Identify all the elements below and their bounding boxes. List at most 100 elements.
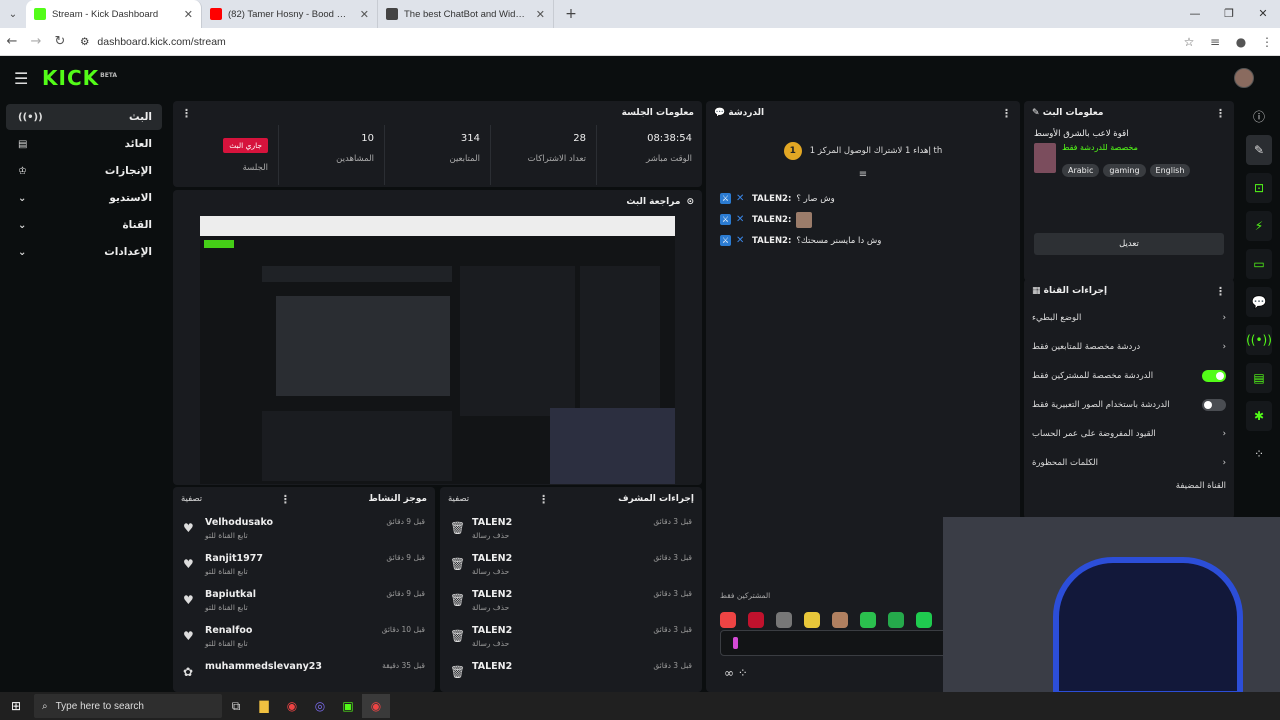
windows-start-icon[interactable]: ⊞ [2,694,30,718]
chat-username[interactable]: TALEN2: [752,236,791,246]
panel-header: ⋮ ✎ معلومات البث [1024,101,1234,125]
browser-tab-chatbot[interactable]: The best ChatBot and Widgets f ✕ [378,0,554,28]
panel-menu-icon[interactable]: ⋮ [1215,107,1226,120]
emote-icon[interactable] [720,612,736,628]
emote-icon[interactable] [916,612,932,628]
preview-browser-bar [200,216,675,236]
sidebar-item-stream[interactable]: ((•)) البث [6,104,162,130]
chrome-icon[interactable]: ◉ [278,694,306,718]
filter-button[interactable]: تصفية [448,494,469,504]
browser-tab-kick[interactable]: Stream - Kick Dashboard ✕ [26,0,202,28]
preview-toggle-icon[interactable]: ⊡ [1246,173,1272,203]
broadcast-toggle-icon[interactable]: ((•)) [1246,325,1272,355]
settings-wrench-icon[interactable]: ✱ [1246,401,1272,431]
panel-menu-icon[interactable]: ⋮ [181,107,192,120]
chat-username[interactable]: TALEN2: [752,194,791,204]
channel-action-account-age[interactable]: القيود المفروضة على عمر الحساب › [1024,419,1234,448]
more-apps-icon[interactable]: ⁘ [1246,439,1272,469]
emote-icon[interactable] [860,612,876,628]
site-info-icon[interactable]: ⚙ [80,36,89,48]
hamburger-menu-icon[interactable]: ☰ [14,69,34,88]
emote-icon[interactable] [776,612,792,628]
chevron-down-icon: ⌄ [18,192,27,204]
chat-toggle-icon[interactable]: 💬 [1246,287,1272,317]
panel-menu-icon[interactable]: ⋮ [538,493,549,506]
new-tab-button[interactable]: + [560,6,582,22]
quick-action-icon[interactable]: ⚡ [1246,211,1272,241]
chat-username[interactable]: TALEN2: [752,215,791,225]
channel-action-subscribers-only[interactable]: الدردشة مخصصة للمشتركين فقط [1024,361,1234,390]
sidebar-item-achievements[interactable]: ♔ الإنجازات [6,158,162,184]
emote-icon[interactable] [804,612,820,628]
info-icon[interactable]: ⓘ [1246,105,1272,127]
mod-tools-icon[interactable]: ▤ [1246,363,1272,393]
user-avatar[interactable] [1234,68,1254,88]
reading-list-icon[interactable]: ≡ [1202,35,1228,49]
emote-icon[interactable] [832,612,848,628]
bookmark-star-icon[interactable]: ☆ [1176,35,1202,49]
subscribers-only-toggle[interactable] [1202,369,1226,382]
panel-header: ⋮ معلومات الجلسة [173,101,702,125]
close-tab-icon[interactable]: ✕ [184,8,193,21]
back-icon[interactable]: ← [0,34,24,49]
channel-action-emote-only[interactable]: الدردشة باستخدام الصور التعبيرية فقط [1024,390,1234,419]
stat-label: المشاهدين [336,154,374,164]
chat-message: ⚔ ✕ TALEN2: وش دا مايسنر مسحتك؟ [706,230,1020,251]
action-label: الوضع البطيء [1032,312,1082,323]
sidebar-item-settings[interactable]: ⌄ الإعدادات [6,239,162,265]
emote-icon[interactable] [888,612,904,628]
notes-icon[interactable]: ▭ [1246,249,1272,279]
panel-menu-icon[interactable]: ⋮ [1215,285,1226,298]
filter-button[interactable]: تصفية [181,494,202,504]
restore-icon[interactable]: ❐ [1212,0,1246,28]
forward-icon[interactable]: → [24,34,48,49]
channel-action-slow-mode[interactable]: الوضع البطيء › [1024,303,1234,332]
collapse-icon[interactable]: ≡ [706,169,1020,180]
discord-icon[interactable]: ◎ [306,694,334,718]
file-explorer-icon[interactable]: ▇ [250,694,278,718]
category-thumbnail [1034,143,1056,173]
sidebar-item-channel[interactable]: ⌄ القناة [6,212,162,238]
mic-icon[interactable] [733,637,738,649]
panel-menu-icon[interactable]: ⋮ [1001,107,1012,120]
close-window-icon[interactable]: ✕ [1246,0,1280,28]
url-field[interactable]: ⚙ dashboard.kick.com/stream [80,31,1176,53]
tag[interactable]: gaming [1103,164,1146,177]
tag[interactable]: English [1149,164,1191,177]
kick-logo[interactable]: KICKBETA [42,66,117,90]
stream-preview-video[interactable] [200,216,675,484]
sidebar-item-label: الإنجازات [104,165,152,177]
close-tab-icon[interactable]: ✕ [536,8,545,21]
sword-badge-icon: ✕ [736,235,745,246]
edit-layout-icon[interactable]: ✎ [1246,135,1272,165]
taskbar-search[interactable]: ⌕ Type here to search [34,694,222,718]
menu-kebab-icon[interactable]: ⋮ [1254,35,1280,49]
sword-badge-icon: ✕ [736,214,745,225]
row-action: تابع القناة للتو [205,639,248,648]
edit-stream-button[interactable]: تعديل [1034,233,1224,255]
chat-settings-icon[interactable]: ∞ ⁘ [724,666,748,680]
emote-icon[interactable] [748,612,764,628]
browser-tab-youtube[interactable]: (82) Tamer Hosny - Bood Mosaf ✕ [202,0,378,28]
chrome-active-icon[interactable]: ◉ [362,694,390,718]
channel-action-followers-only[interactable]: دردشة مخصصة للمتابعين فقط › [1024,332,1234,361]
panel-menu-icon[interactable]: ⋮ [280,493,291,506]
stat-followers: 314 المتابعين [384,125,490,185]
obs-icon[interactable]: ▣ [334,694,362,718]
sidebar-item-revenue[interactable]: ▤ العائد [6,131,162,157]
stream-category[interactable]: مخصصة للدردشة فقط [1062,143,1194,152]
reload-icon[interactable]: ↻ [48,34,72,49]
tab-list-icon[interactable]: ⌄ [0,9,26,20]
profile-icon[interactable]: ● [1228,35,1254,49]
activity-row: ♥ Renalfoo تابع القناة للتو قبل 10 دقائق [173,619,435,655]
sidebar-item-studio[interactable]: ⌄ الاستديو [6,185,162,211]
mod-row: 🗑 TALEN2 حذف رسالة قبل 3 دقائق [440,547,702,583]
tag[interactable]: Arabic [1062,164,1100,177]
chat-input[interactable] [720,630,948,656]
channel-action-banned-words[interactable]: الكلمات المحظورة › [1024,448,1234,477]
task-view-icon[interactable]: ⧉ [222,694,250,718]
close-tab-icon[interactable]: ✕ [360,8,369,21]
minimize-icon[interactable]: — [1178,0,1212,28]
emote-only-toggle[interactable] [1202,398,1226,411]
panel-title: معلومات البث [1042,108,1104,118]
